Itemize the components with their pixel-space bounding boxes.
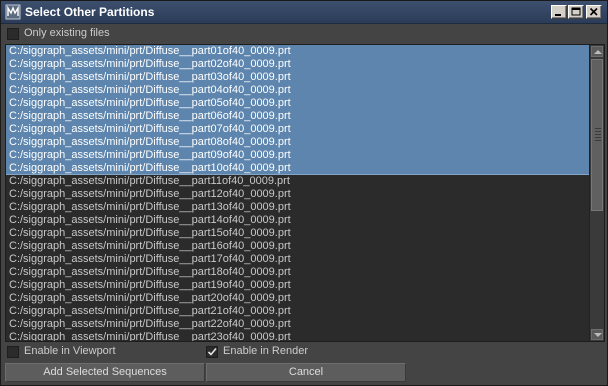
file-list-item[interactable]: C:/siggraph_assets/mini/prt/Diffuse__par…	[6, 188, 589, 201]
scroll-thumb[interactable]	[591, 59, 603, 211]
file-list-item[interactable]: C:/siggraph_assets/mini/prt/Diffuse__par…	[6, 240, 589, 253]
minimize-button[interactable]	[551, 5, 567, 19]
file-list-item[interactable]: C:/siggraph_assets/mini/prt/Diffuse__par…	[6, 201, 589, 214]
arrow-down-icon	[594, 333, 602, 337]
file-list-item[interactable]: C:/siggraph_assets/mini/prt/Diffuse__par…	[6, 71, 589, 84]
file-list-item[interactable]: C:/siggraph_assets/mini/prt/Diffuse__par…	[6, 97, 589, 110]
maya-app-icon	[5, 4, 21, 20]
file-list-item[interactable]: C:/siggraph_assets/mini/prt/Diffuse__par…	[6, 136, 589, 149]
arrow-up-icon	[594, 50, 602, 54]
only-existing-row: Only existing files	[1, 25, 607, 43]
maximize-icon	[571, 7, 581, 16]
enable-viewport-checkbox[interactable]	[7, 346, 19, 358]
only-existing-label: Only existing files	[24, 27, 110, 39]
file-list-item[interactable]: C:/siggraph_assets/mini/prt/Diffuse__par…	[6, 279, 589, 292]
window-title: Select Other Partitions	[25, 5, 155, 19]
grip-line	[595, 140, 601, 141]
grip-line	[595, 137, 601, 138]
file-list-item[interactable]: C:/siggraph_assets/mini/prt/Diffuse__par…	[6, 45, 589, 58]
only-existing-checkbox[interactable]	[7, 28, 19, 40]
file-list-item[interactable]: C:/siggraph_assets/mini/prt/Diffuse__par…	[6, 266, 589, 279]
enable-options-row: Enable in Viewport Enable in Render	[1, 344, 607, 361]
enable-render-label: Enable in Render	[223, 345, 309, 357]
file-list-item[interactable]: C:/siggraph_assets/mini/prt/Diffuse__par…	[6, 305, 589, 318]
vertical-scrollbar[interactable]	[589, 45, 604, 341]
file-list-item[interactable]: C:/siggraph_assets/mini/prt/Diffuse__par…	[6, 84, 589, 97]
add-selected-sequences-button[interactable]: Add Selected Sequences	[5, 363, 205, 382]
grip-line	[595, 131, 601, 132]
file-list-rows: C:/siggraph_assets/mini/prt/Diffuse__par…	[6, 45, 589, 341]
scroll-down-button[interactable]	[591, 329, 603, 340]
file-list-item[interactable]: C:/siggraph_assets/mini/prt/Diffuse__par…	[6, 253, 589, 266]
scroll-up-button[interactable]	[591, 46, 603, 57]
file-list-item[interactable]: C:/siggraph_assets/mini/prt/Diffuse__par…	[6, 123, 589, 136]
file-list-item[interactable]: C:/siggraph_assets/mini/prt/Diffuse__par…	[6, 110, 589, 123]
enable-render-checkbox[interactable]	[206, 346, 218, 358]
close-button[interactable]	[586, 5, 602, 19]
file-list-item[interactable]: C:/siggraph_assets/mini/prt/Diffuse__par…	[6, 318, 589, 331]
file-list-item[interactable]: C:/siggraph_assets/mini/prt/Diffuse__par…	[6, 292, 589, 305]
file-list-item[interactable]: C:/siggraph_assets/mini/prt/Diffuse__par…	[6, 227, 589, 240]
file-list-item[interactable]: C:/siggraph_assets/mini/prt/Diffuse__par…	[6, 214, 589, 227]
checkmark-icon	[207, 347, 217, 356]
title-bar[interactable]: Select Other Partitions	[1, 1, 607, 24]
file-list-item[interactable]: C:/siggraph_assets/mini/prt/Diffuse__par…	[6, 331, 589, 341]
enable-viewport-label: Enable in Viewport	[24, 345, 116, 357]
file-list-item[interactable]: C:/siggraph_assets/mini/prt/Diffuse__par…	[6, 175, 589, 188]
select-partitions-dialog: Select Other Partitions Only existing fi…	[0, 0, 608, 386]
file-list-item[interactable]: C:/siggraph_assets/mini/prt/Diffuse__par…	[6, 58, 589, 71]
file-list-item[interactable]: C:/siggraph_assets/mini/prt/Diffuse__par…	[6, 162, 589, 175]
minimize-icon	[555, 14, 561, 16]
grip-line	[595, 134, 601, 135]
close-icon	[589, 7, 598, 16]
cancel-button[interactable]: Cancel	[206, 363, 406, 382]
file-list-item[interactable]: C:/siggraph_assets/mini/prt/Diffuse__par…	[6, 149, 589, 162]
grip-line	[595, 128, 601, 129]
partition-file-list[interactable]: C:/siggraph_assets/mini/prt/Diffuse__par…	[5, 44, 605, 342]
maximize-button[interactable]	[568, 5, 584, 19]
